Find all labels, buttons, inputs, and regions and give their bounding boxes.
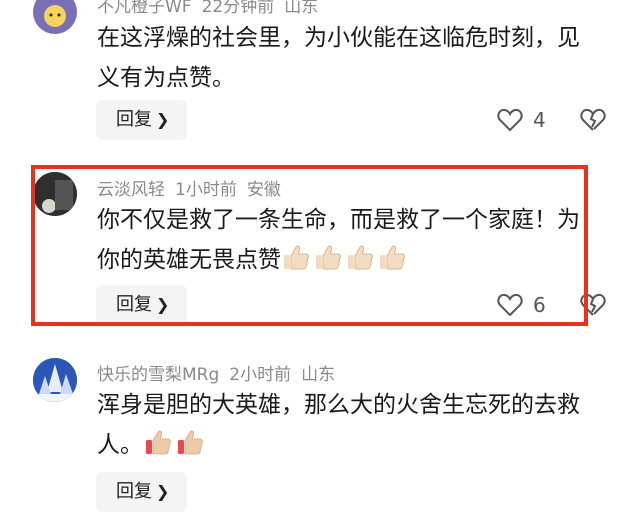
location: 安徽	[246, 180, 281, 200]
like-count: 6	[533, 293, 546, 317]
comment-meta: 不凡橙子WF 22分钟前 山东	[97, 0, 328, 17]
like-button[interactable]: 4	[497, 100, 557, 140]
thumbs-up-emoji-group	[281, 245, 409, 273]
timestamp: 1小时前	[175, 180, 237, 200]
reply-button[interactable]: 回复 ❯	[96, 472, 187, 512]
timestamp: 22分钟前	[201, 0, 275, 17]
dislike-button[interactable]	[580, 100, 608, 140]
heart-icon	[497, 293, 523, 317]
thumbs-up-emoji	[348, 245, 373, 270]
dislike-button[interactable]	[580, 285, 608, 325]
reply-label: 回复	[116, 481, 152, 502]
comment-text: 你不仅是救了一条生命，而是救了一个家庭！为你的英雄无畏点赞	[97, 207, 580, 273]
reply-label: 回复	[116, 109, 152, 130]
comment-meta: 快乐的雪梨MRg 2小时前 山东	[97, 360, 345, 385]
chevron-right-icon: ❯	[156, 482, 170, 501]
like-count: 4	[533, 108, 546, 132]
thumbs-up-emoji-group	[143, 430, 207, 458]
comment-text: 在这浮燥的社会里，为小伙能在这临危时刻，见义有为点赞。	[97, 25, 580, 91]
username[interactable]: 不凡橙子WF	[97, 0, 192, 17]
avatar[interactable]	[33, 0, 77, 34]
location: 山东	[301, 365, 336, 385]
like-button[interactable]: 6	[497, 285, 557, 325]
chevron-right-icon: ❯	[156, 110, 170, 129]
reply-button[interactable]: 回复 ❯	[96, 100, 187, 140]
reply-label: 回复	[116, 294, 152, 315]
broken-heart-icon	[580, 108, 606, 131]
heart-icon	[497, 108, 523, 132]
reply-button[interactable]: 回复 ❯	[96, 285, 187, 325]
location: 山东	[284, 0, 319, 17]
timestamp: 2小时前	[229, 365, 292, 385]
broken-heart-icon	[580, 293, 606, 316]
thumbs-up-emoji	[178, 430, 203, 455]
avatar[interactable]	[33, 358, 77, 402]
thumbs-up-emoji	[146, 430, 171, 455]
username[interactable]: 快乐的雪梨MRg	[97, 365, 219, 385]
comment-text: 浑身是胆的大英雄，那么大的火舍生忘死的去救人。	[97, 392, 580, 458]
thumbs-up-emoji	[380, 245, 405, 270]
thumbs-up-emoji	[284, 245, 309, 270]
comment-meta: 云淡风轻 1小时前 安徽	[97, 175, 291, 200]
thumbs-up-emoji	[316, 245, 341, 270]
username[interactable]: 云淡风轻	[97, 180, 165, 200]
avatar[interactable]	[33, 172, 77, 216]
chevron-right-icon: ❯	[156, 295, 170, 314]
